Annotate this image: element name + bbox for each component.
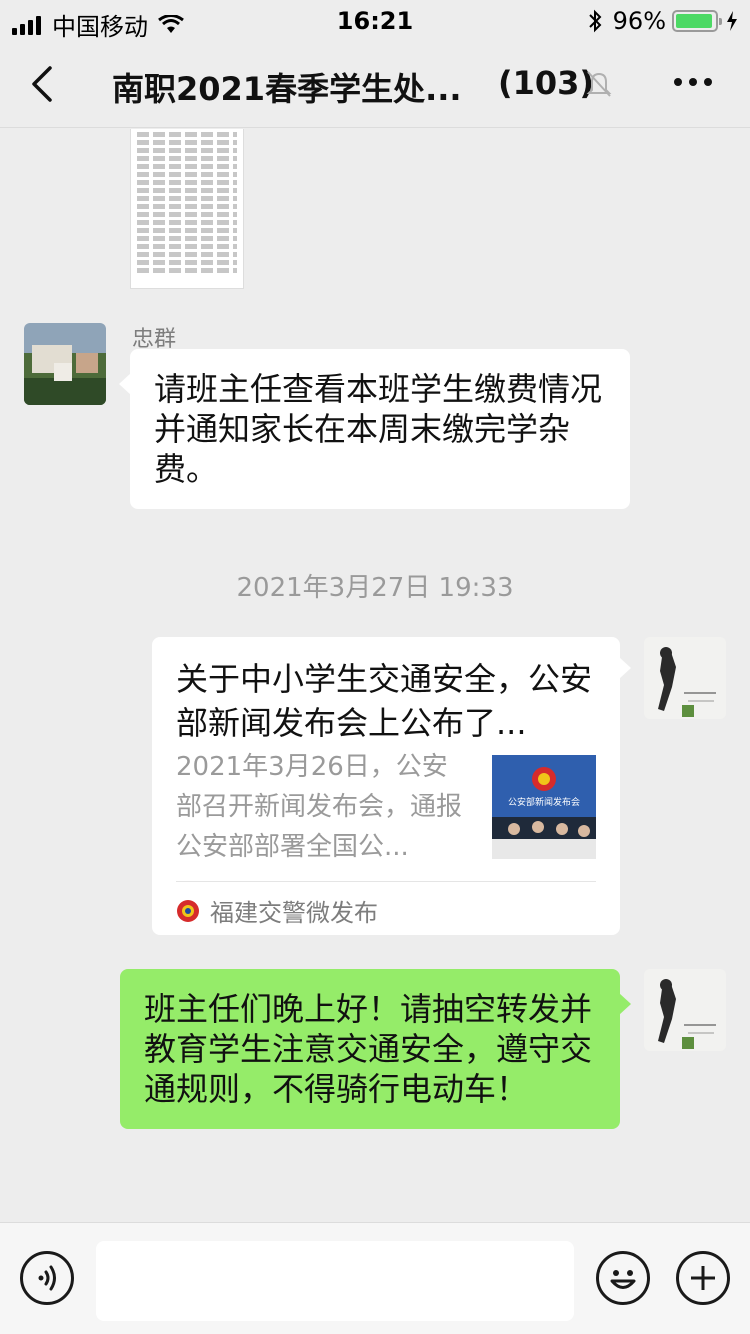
link-source[interactable]: 福建交警微发布 xyxy=(176,893,378,928)
link-card-message[interactable]: 关于中小学生交通安全，公安部新闻发布会上公布了... 2021年3月26日，公安… xyxy=(152,637,620,935)
sender-avatar[interactable] xyxy=(24,323,106,405)
chat-area[interactable]: 忠群 请班主任查看本班学生缴费情况并通知家长在本周末缴完学杂费。 2021年3月… xyxy=(0,129,750,1222)
more-functions-button[interactable] xyxy=(676,1251,730,1305)
timestamp: 2021年3月27日 19:33 xyxy=(236,573,514,603)
self-avatar[interactable] xyxy=(644,637,726,719)
chat-title: 南职2021春季学生处... xyxy=(112,70,462,108)
thumb-caption: 公安部新闻发布会 xyxy=(508,796,580,808)
battery-icon xyxy=(672,10,722,32)
muted-bell-icon xyxy=(586,71,612,97)
status-right: 96% xyxy=(587,7,738,35)
link-source-name: 福建交警微发布 xyxy=(210,899,378,927)
document-image-message[interactable] xyxy=(130,129,244,289)
self-avatar[interactable] xyxy=(644,969,726,1051)
link-title: 关于中小学生交通安全，公安部新闻发布会上公布了... xyxy=(176,660,593,742)
bubble-tail xyxy=(619,993,631,1015)
nav-bar: 南职2021春季学生处... (103) xyxy=(0,40,750,128)
member-count: (103) xyxy=(498,64,595,102)
bluetooth-icon xyxy=(588,9,602,33)
battery-percent: 96% xyxy=(612,7,666,35)
link-description: 2021年3月26日，公安部召开新闻发布会，通报公安部部署全国公... xyxy=(176,752,463,862)
voice-input-button[interactable] xyxy=(20,1251,74,1305)
message-input[interactable] xyxy=(96,1241,574,1321)
divider xyxy=(176,881,596,882)
message-bubble[interactable]: 请班主任查看本班学生缴费情况并通知家长在本周末缴完学杂费。 xyxy=(130,349,630,509)
input-bar xyxy=(0,1222,750,1334)
plus-icon xyxy=(691,1266,715,1290)
charging-icon xyxy=(727,11,737,31)
message-bubble-self[interactable]: 班主任们晚上好！请抽空转发并教育学生注意交通安全，遵守交通规则，不得骑行电动车！ xyxy=(120,969,620,1129)
emoji-icon xyxy=(610,1270,636,1289)
bubble-tail xyxy=(619,657,631,679)
emoji-button[interactable] xyxy=(596,1251,650,1305)
more-options-button[interactable] xyxy=(667,78,712,86)
voice-icon xyxy=(38,1265,56,1291)
link-thumbnail: 公安部新闻发布会 xyxy=(492,755,596,859)
police-badge-icon xyxy=(177,899,199,922)
back-button[interactable] xyxy=(24,64,64,104)
status-bar: 中国移动 16:21 96% xyxy=(0,0,750,41)
